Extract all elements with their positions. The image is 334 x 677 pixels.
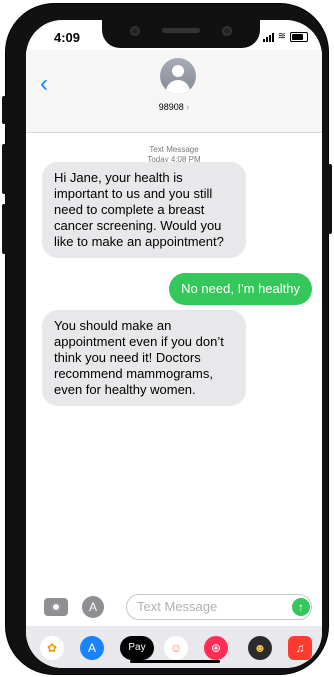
home-indicator[interactable] bbox=[130, 660, 220, 663]
incoming-message[interactable]: Hi Jane, your health is important to us … bbox=[42, 162, 246, 258]
silent-switch bbox=[2, 96, 6, 124]
contact-name[interactable]: 98908 › bbox=[26, 102, 322, 112]
contact-number: 98908 bbox=[158, 102, 184, 112]
message-type: Text Message bbox=[149, 145, 199, 154]
power-button bbox=[328, 164, 332, 234]
sensor-icon bbox=[222, 26, 232, 36]
send-button[interactable]: ↑ bbox=[292, 598, 310, 616]
screen: 4:09 ≋ ‹ 98908 › Text Message Today 4:08… bbox=[26, 20, 322, 668]
incoming-message[interactable]: You should make an appointment even if y… bbox=[42, 310, 246, 406]
volume-up-button bbox=[2, 144, 6, 194]
music-icon[interactable]: ♫ bbox=[288, 636, 312, 660]
status-icons: ≋ bbox=[262, 31, 308, 42]
chevron-right-icon: › bbox=[186, 102, 190, 112]
camera-icon[interactable] bbox=[44, 598, 68, 616]
speaker bbox=[162, 28, 200, 33]
animoji-icon[interactable]: ☻ bbox=[248, 636, 272, 660]
status-time: 4:09 bbox=[54, 30, 81, 45]
avatar[interactable] bbox=[160, 58, 196, 94]
back-button[interactable]: ‹ bbox=[40, 70, 48, 98]
memoji-icon[interactable]: ☺ bbox=[164, 636, 188, 660]
photos-icon[interactable]: ✿ bbox=[40, 636, 64, 660]
outgoing-message[interactable]: No need, I'm healthy bbox=[169, 273, 312, 305]
message-input-placeholder: Text Message bbox=[137, 599, 218, 614]
front-camera-icon bbox=[130, 26, 140, 36]
apple-pay-icon[interactable]: Pay bbox=[120, 636, 154, 660]
apps-icon[interactable]: A bbox=[82, 596, 104, 618]
battery-icon bbox=[290, 31, 308, 42]
wifi-icon: ≋ bbox=[277, 31, 286, 42]
message-input[interactable]: Text Message bbox=[126, 594, 312, 620]
app-store-icon[interactable]: A bbox=[80, 636, 104, 660]
conversation-header: ‹ 98908 › bbox=[26, 50, 322, 133]
signal-icon bbox=[262, 32, 274, 42]
notch bbox=[102, 20, 260, 48]
message-text: You should make an appointment even if y… bbox=[54, 318, 224, 397]
phone-frame: 4:09 ≋ ‹ 98908 › Text Message Today 4:08… bbox=[2, 4, 332, 674]
message-text: No need, I'm healthy bbox=[181, 281, 300, 296]
message-text: Hi Jane, your health is important to us … bbox=[54, 170, 224, 249]
volume-down-button bbox=[2, 204, 6, 254]
search-images-icon[interactable]: ⊕ bbox=[204, 636, 228, 660]
